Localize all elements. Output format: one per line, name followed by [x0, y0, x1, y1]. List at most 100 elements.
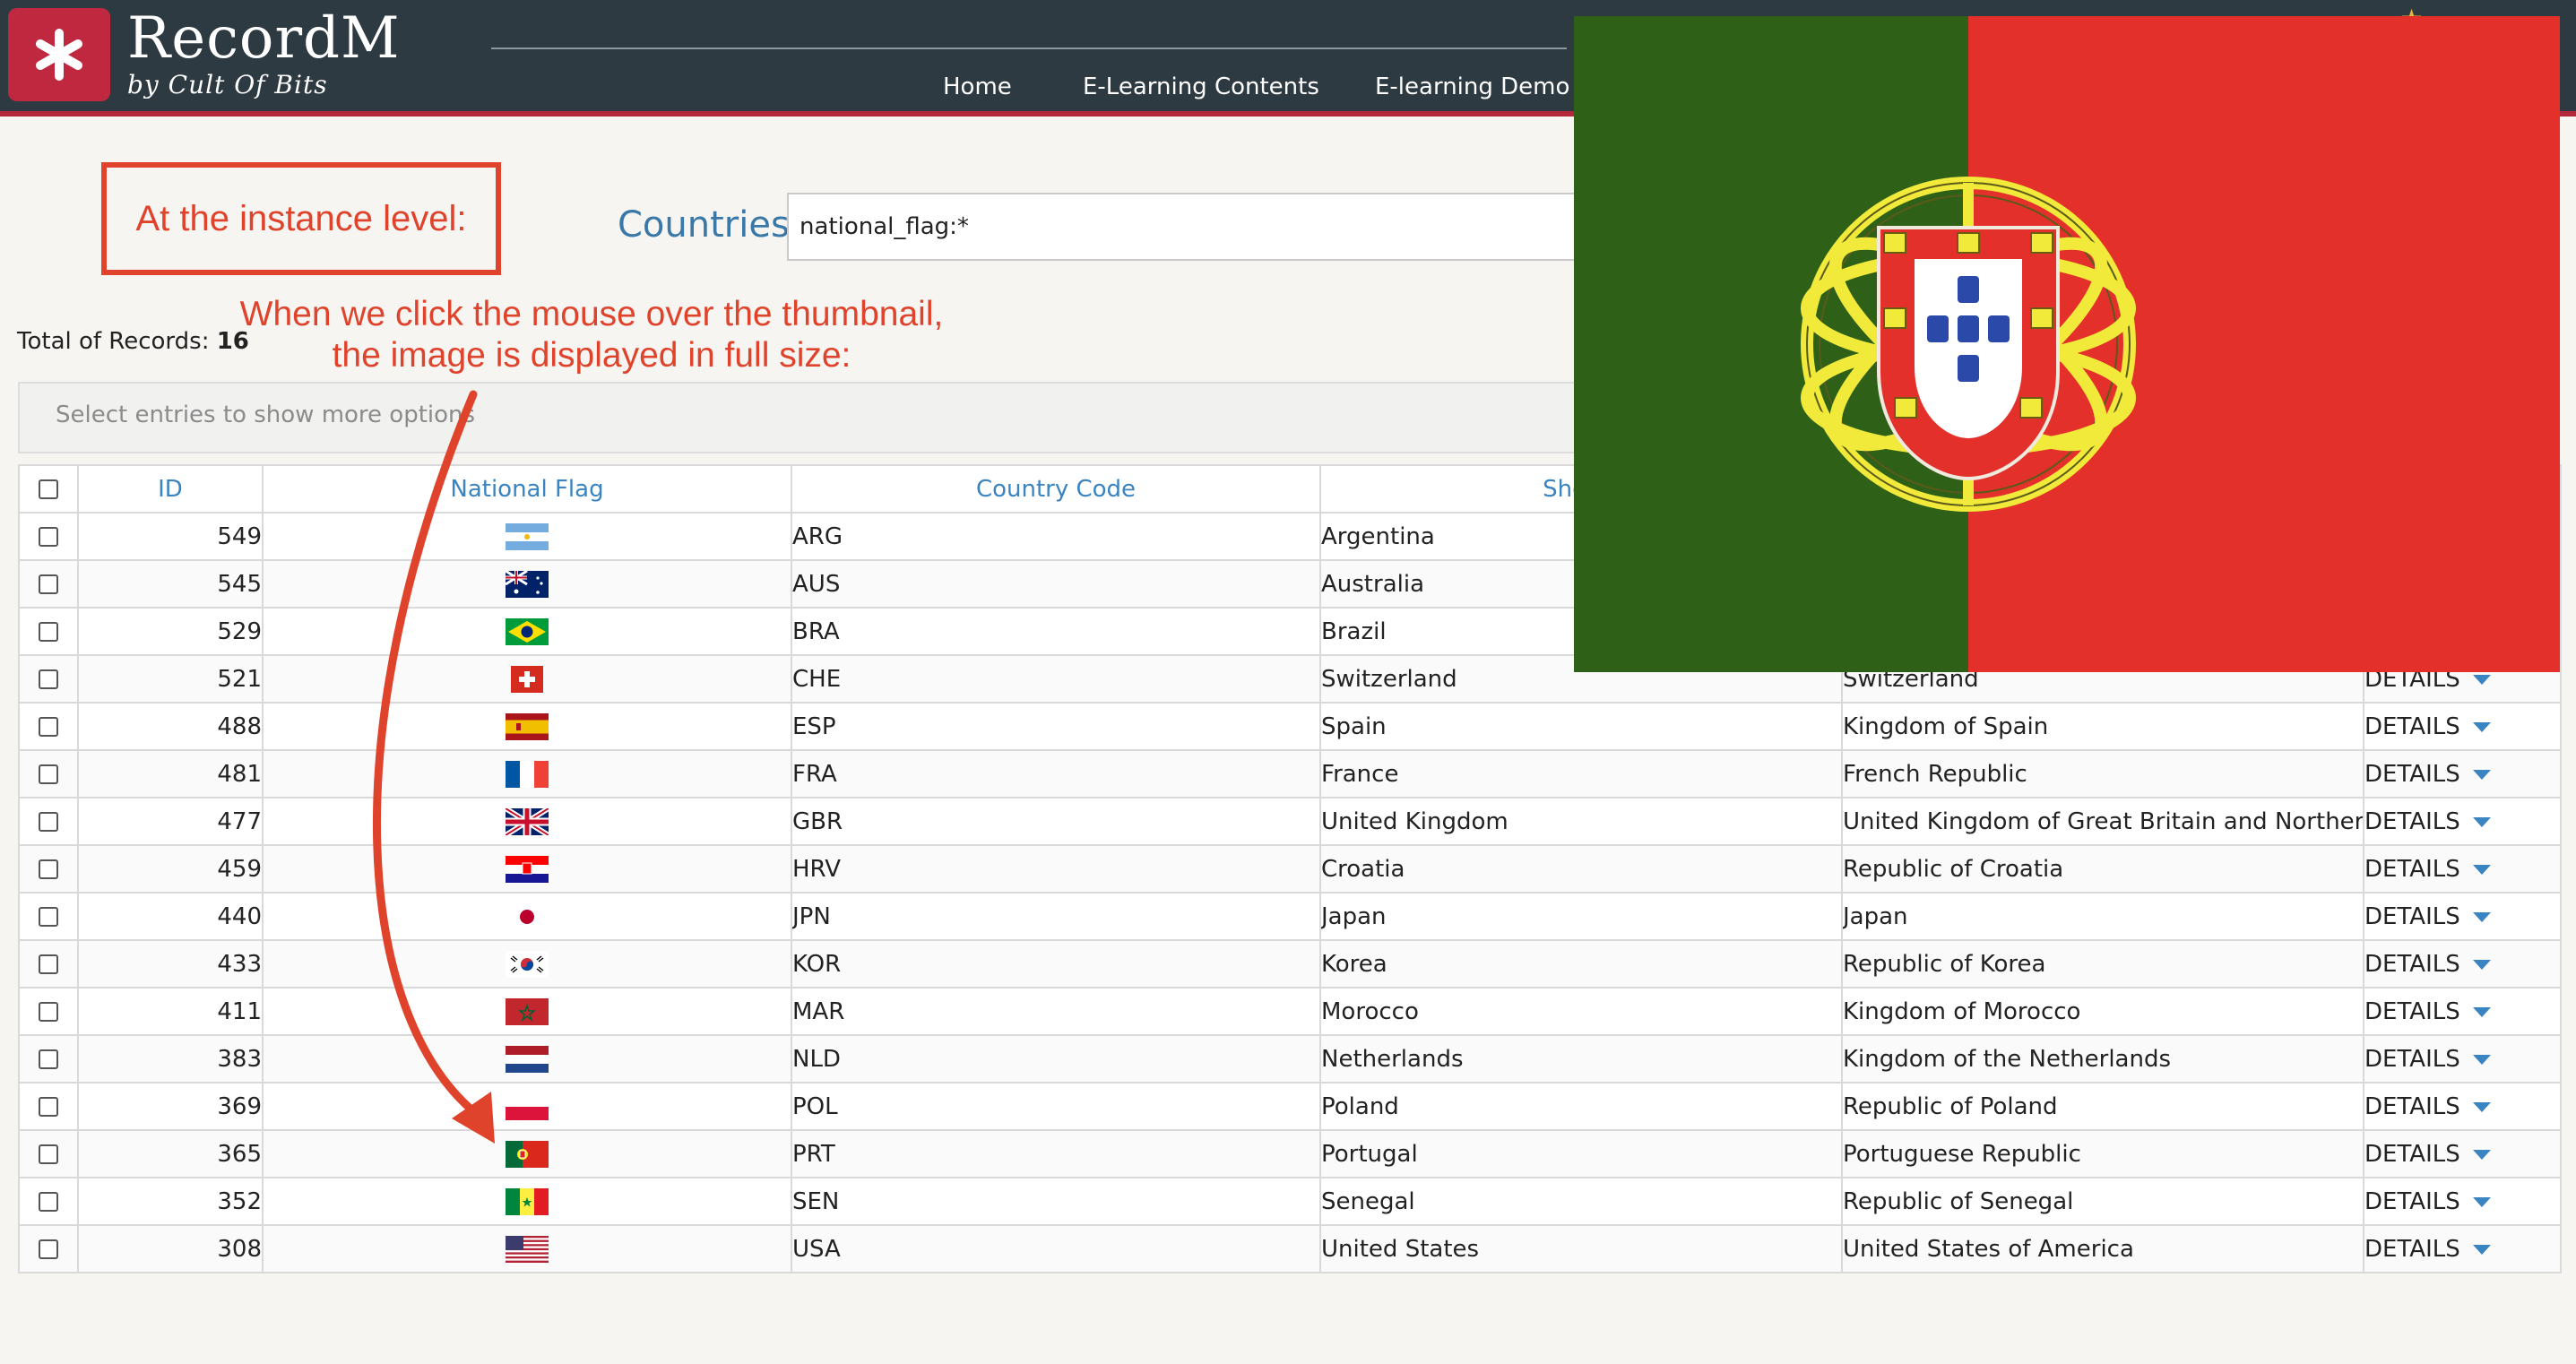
- table-row[interactable]: 411 MAR Morocco Kingdom of Morocco DETAILS: [18, 987, 2562, 1036]
- details-label: DETAILS: [2364, 1235, 2460, 1263]
- cell-id[interactable]: 365: [77, 1129, 264, 1178]
- brazil-flag-icon[interactable]: [506, 617, 549, 645]
- row-checkbox[interactable]: [39, 1239, 58, 1259]
- cell-id[interactable]: 481: [77, 749, 264, 799]
- table-row[interactable]: 459 HRV Croatia Republic of Croatia DETAILS: [18, 844, 2562, 894]
- column-header-id[interactable]: ID: [77, 464, 264, 514]
- row-checkbox[interactable]: [39, 669, 58, 689]
- details-button[interactable]: DETAILS: [2363, 939, 2562, 988]
- senegal-flag-icon[interactable]: [506, 1187, 549, 1215]
- row-checkbox[interactable]: [39, 1049, 58, 1069]
- caret-down-icon: [2472, 1244, 2491, 1255]
- row-checkbox[interactable]: [39, 527, 58, 547]
- column-header-national-flag[interactable]: National Flag: [262, 464, 792, 514]
- details-button[interactable]: DETAILS: [2363, 844, 2562, 894]
- details-label: DETAILS: [2364, 855, 2460, 883]
- cell-id[interactable]: 411: [77, 987, 264, 1036]
- table-row[interactable]: 481 FRA France French Republic DETAILS: [18, 749, 2562, 799]
- details-button[interactable]: DETAILS: [2363, 1177, 2562, 1226]
- row-checkbox[interactable]: [39, 764, 58, 784]
- cell-id[interactable]: 529: [77, 607, 264, 656]
- details-label: DETAILS: [2364, 760, 2460, 788]
- table-row[interactable]: 308 USA United States United States of Amer…: [18, 1224, 2562, 1273]
- japan-flag-icon[interactable]: [506, 902, 549, 930]
- row-checkbox[interactable]: [39, 907, 58, 927]
- table-row[interactable]: 440 JPN Japan Japan DETAILS: [18, 892, 2562, 941]
- app-logo[interactable]: [8, 8, 110, 101]
- spain-flag-icon[interactable]: [506, 712, 549, 740]
- france-flag-icon[interactable]: [506, 760, 549, 788]
- cell-id[interactable]: 521: [77, 654, 264, 704]
- nav-elearning-contents[interactable]: E-Learning Contents: [1083, 73, 1319, 100]
- cell-id[interactable]: 549: [77, 512, 264, 561]
- cell-country-code: MAR: [791, 987, 1321, 1036]
- row-checkbox[interactable]: [39, 717, 58, 737]
- cell-id[interactable]: 352: [77, 1177, 264, 1226]
- details-button[interactable]: DETAILS: [2363, 892, 2562, 941]
- table-row[interactable]: 477 GBR United Kingdom United Kingdom of Gr…: [18, 797, 2562, 846]
- cell-short-name: Netherlands: [1319, 1034, 1843, 1083]
- row-checkbox[interactable]: [39, 1002, 58, 1022]
- details-button[interactable]: DETAILS: [2363, 702, 2562, 751]
- column-header-country-code[interactable]: Country Code: [791, 464, 1321, 514]
- cell-id[interactable]: 433: [77, 939, 264, 988]
- australia-flag-icon[interactable]: [506, 570, 549, 598]
- morocco-flag-icon[interactable]: [506, 997, 549, 1025]
- select-all-checkbox[interactable]: [39, 479, 58, 499]
- details-button[interactable]: DETAILS: [2363, 1129, 2562, 1178]
- row-select-cell: [18, 654, 79, 704]
- cell-id[interactable]: 545: [77, 559, 264, 609]
- cell-id[interactable]: 383: [77, 1034, 264, 1083]
- croatia-flag-icon[interactable]: [506, 855, 549, 883]
- cell-id[interactable]: 488: [77, 702, 264, 751]
- details-button[interactable]: DETAILS: [2363, 797, 2562, 846]
- usa-flag-icon[interactable]: [506, 1235, 549, 1263]
- row-checkbox[interactable]: [39, 1192, 58, 1212]
- row-checkbox[interactable]: [39, 1144, 58, 1164]
- cell-id[interactable]: 459: [77, 844, 264, 894]
- table-row[interactable]: 365 PRT Portugal Portuguese Republic DETAILS: [18, 1129, 2562, 1178]
- cell-id[interactable]: 440: [77, 892, 264, 941]
- flag-fullsize-popup[interactable]: [1574, 16, 2560, 672]
- details-button[interactable]: DETAILS: [2363, 1224, 2562, 1273]
- uk-flag-icon[interactable]: [506, 807, 549, 835]
- switzerland-flag-icon[interactable]: [506, 665, 549, 693]
- cell-id[interactable]: 308: [77, 1224, 264, 1273]
- nav-elearning-demo[interactable]: E-learning Demo: [1375, 73, 1569, 100]
- table-row[interactable]: 369 POL Poland Republic of Poland DETAILS: [18, 1082, 2562, 1131]
- cell-national-flag: [262, 797, 792, 846]
- row-checkbox[interactable]: [39, 574, 58, 594]
- row-checkbox[interactable]: [39, 1097, 58, 1117]
- nav-home[interactable]: Home: [943, 73, 1012, 100]
- cell-national-flag: [262, 1082, 792, 1131]
- asterisk-icon: [36, 29, 82, 81]
- cell-id[interactable]: 477: [77, 797, 264, 846]
- details-button[interactable]: DETAILS: [2363, 749, 2562, 799]
- row-checkbox[interactable]: [39, 954, 58, 974]
- row-select-cell: [18, 749, 79, 799]
- portugal-flag-icon[interactable]: [506, 1140, 549, 1168]
- table-row[interactable]: 352 SEN Senegal Republic of Senegal DETAILS: [18, 1177, 2562, 1226]
- table-row[interactable]: 488 ESP Spain Kingdom of Spain DETAILS: [18, 702, 2562, 751]
- table-row[interactable]: 433 KOR Korea Republic of Korea DETAILS: [18, 939, 2562, 988]
- row-checkbox[interactable]: [39, 859, 58, 879]
- cell-official-name: United States of America: [1841, 1224, 2364, 1273]
- details-button[interactable]: DETAILS: [2363, 1082, 2562, 1131]
- cell-country-code: JPN: [791, 892, 1321, 941]
- cell-short-name: Japan: [1319, 892, 1843, 941]
- details-button[interactable]: DETAILS: [2363, 987, 2562, 1036]
- netherlands-flag-icon[interactable]: [506, 1045, 549, 1073]
- row-select-cell: [18, 1177, 79, 1226]
- cell-id[interactable]: 369: [77, 1082, 264, 1131]
- search-input[interactable]: [787, 193, 1683, 261]
- cell-official-name: Kingdom of the Netherlands: [1841, 1034, 2364, 1083]
- poland-flag-icon[interactable]: [506, 1092, 549, 1120]
- row-checkbox[interactable]: [39, 622, 58, 642]
- cell-official-name: French Republic: [1841, 749, 2364, 799]
- caret-down-icon: [2472, 959, 2491, 970]
- korea-flag-icon[interactable]: [506, 950, 549, 978]
- row-checkbox[interactable]: [39, 812, 58, 832]
- argentina-flag-icon[interactable]: [506, 522, 549, 550]
- table-row[interactable]: 383 NLD Netherlands Kingdom of the Netherla…: [18, 1034, 2562, 1083]
- details-button[interactable]: DETAILS: [2363, 1034, 2562, 1083]
